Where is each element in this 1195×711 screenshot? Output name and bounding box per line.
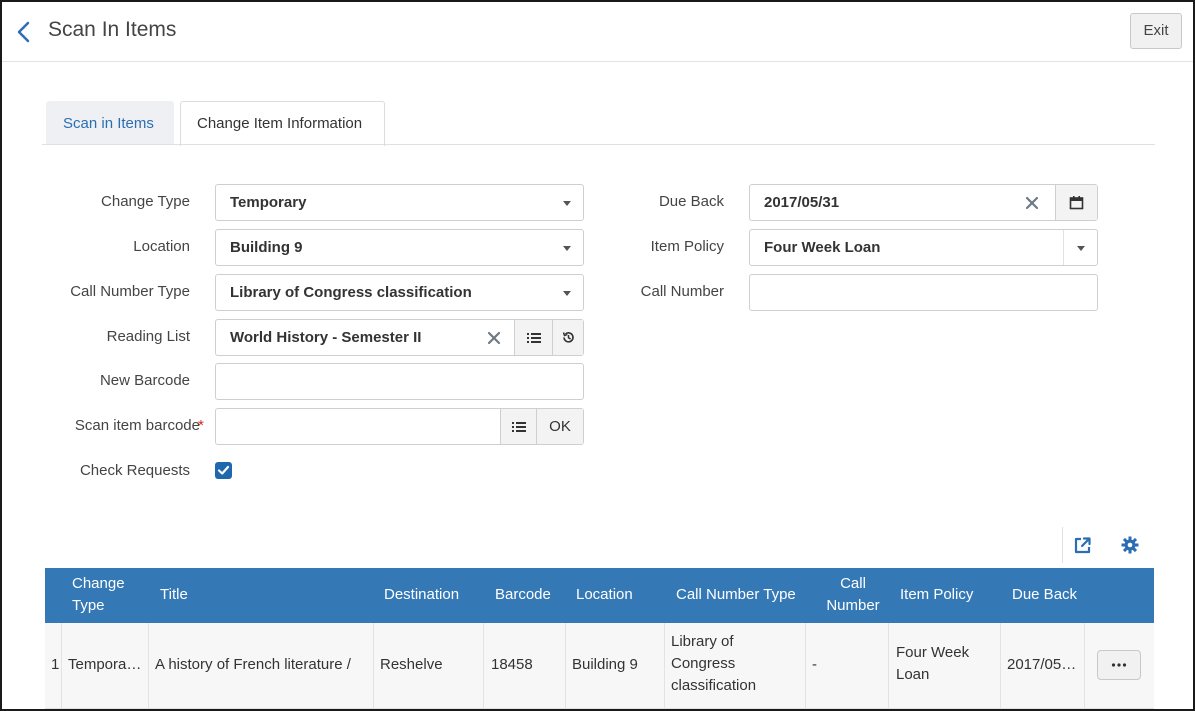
reading-list-label: Reading List bbox=[106, 328, 190, 345]
calendar-button[interactable] bbox=[1055, 185, 1097, 220]
column-header-line: Call bbox=[840, 575, 866, 592]
cell-line: Library of bbox=[671, 633, 734, 650]
call-number-type-value: Library of Congress classification bbox=[230, 284, 472, 301]
item-policy-label: Item Policy bbox=[650, 238, 724, 255]
column-divider bbox=[664, 623, 665, 709]
location-value: Building 9 bbox=[230, 239, 303, 256]
list-icon bbox=[511, 421, 526, 432]
cell-barcode: 18458 bbox=[491, 656, 533, 673]
clear-x-icon[interactable] bbox=[1025, 196, 1039, 210]
row-index: 1 bbox=[51, 656, 60, 673]
column-divider bbox=[61, 623, 62, 709]
column-header-due-back[interactable]: Due Back bbox=[1012, 584, 1077, 606]
column-header-destination[interactable]: Destination bbox=[384, 584, 459, 606]
column-header-call-number[interactable]: Call Number bbox=[825, 573, 881, 617]
cell-location: Building 9 bbox=[572, 656, 638, 673]
column-header-barcode[interactable]: Barcode bbox=[495, 584, 551, 606]
tabs-divider bbox=[42, 144, 1155, 145]
page-frame: Scan In Items Exit Scan in Items Change … bbox=[0, 0, 1195, 711]
check-requests-label: Check Requests bbox=[79, 462, 190, 479]
tab-scan-in-items[interactable]: Scan in Items bbox=[46, 101, 174, 145]
check-requests-checkbox[interactable] bbox=[215, 462, 232, 479]
column-divider bbox=[148, 623, 149, 709]
column-divider bbox=[1084, 623, 1085, 709]
caret-down-icon bbox=[563, 291, 571, 296]
checkbox-check-icon bbox=[217, 465, 230, 475]
cell-destination: Reshelve bbox=[380, 656, 443, 673]
scan-item-barcode-input[interactable]: OK bbox=[215, 408, 584, 445]
item-policy-select[interactable]: Four Week Loan bbox=[749, 229, 1098, 266]
cell-change-type: Tempora… bbox=[68, 656, 142, 673]
column-header-line: Type bbox=[72, 597, 105, 614]
history-icon bbox=[562, 332, 574, 343]
scan-item-barcode-label: Scan item barcode bbox=[75, 417, 200, 434]
due-back-value: 2017/05/31 bbox=[764, 194, 840, 211]
cell-line: Loan bbox=[896, 666, 930, 683]
column-divider bbox=[888, 623, 889, 709]
change-type-value: Temporary bbox=[230, 194, 307, 211]
scan-barcode-list-button[interactable] bbox=[500, 409, 536, 444]
required-asterisk: * bbox=[198, 417, 204, 434]
cell-line: Congress bbox=[671, 655, 736, 672]
caret-down-icon bbox=[1077, 246, 1085, 251]
cell-line: classification bbox=[671, 677, 757, 694]
table-tools-divider bbox=[1062, 527, 1063, 563]
caret-down-icon bbox=[563, 246, 571, 251]
new-barcode-label: New Barcode bbox=[99, 372, 190, 389]
call-number-type-select[interactable]: Library of Congress classification bbox=[215, 274, 584, 311]
page-title: Scan In Items bbox=[48, 18, 177, 41]
due-back-label: Due Back bbox=[658, 193, 724, 210]
reading-list-field[interactable]: World History - Semester II bbox=[215, 319, 584, 356]
select-divider bbox=[1063, 230, 1064, 265]
location-select[interactable]: Building 9 bbox=[215, 229, 584, 266]
call-number-label: Call Number bbox=[640, 283, 724, 300]
cell-call-number-type: Library of Congress classification bbox=[671, 631, 756, 697]
item-policy-value: Four Week Loan bbox=[764, 239, 881, 256]
exit-button[interactable]: Exit bbox=[1130, 13, 1182, 49]
cell-item-policy: Four Week Loan bbox=[896, 642, 969, 686]
call-number-type-label: Call Number Type bbox=[70, 283, 190, 300]
column-header-item-policy[interactable]: Item Policy bbox=[900, 584, 973, 606]
table-row[interactable]: 1 Tempora… A history of French literatur… bbox=[45, 623, 1154, 709]
table-header: Change Type Title Destination Barcode Lo… bbox=[45, 568, 1154, 623]
page-header: Scan In Items Exit bbox=[2, 2, 1193, 62]
gear-icon[interactable] bbox=[1119, 534, 1141, 556]
cell-title[interactable]: A history of French literature / bbox=[155, 654, 351, 676]
column-divider bbox=[483, 623, 484, 709]
due-back-field[interactable]: 2017/05/31 bbox=[749, 184, 1098, 221]
column-divider bbox=[1000, 623, 1001, 709]
location-label: Location bbox=[133, 238, 190, 255]
column-header-line: Number bbox=[826, 597, 880, 614]
column-header-title[interactable]: Title bbox=[160, 584, 188, 606]
change-type-select[interactable]: Temporary bbox=[215, 184, 584, 221]
export-icon[interactable] bbox=[1072, 534, 1094, 556]
list-icon bbox=[526, 332, 541, 343]
tab-change-item-information[interactable]: Change Item Information bbox=[180, 101, 385, 146]
column-header-location[interactable]: Location bbox=[576, 584, 633, 606]
cell-due-back: 2017/05… bbox=[1007, 656, 1077, 673]
scan-item-barcode-label-text: Scan item barcode bbox=[74, 417, 200, 434]
cell-line: Four Week bbox=[896, 644, 970, 661]
clear-x-icon[interactable] bbox=[487, 331, 501, 345]
ellipsis-icon bbox=[1111, 663, 1127, 667]
cell-call-number: - bbox=[812, 656, 817, 673]
caret-down-icon bbox=[563, 201, 571, 206]
column-header-line: Change bbox=[72, 575, 125, 592]
change-type-label: Change Type bbox=[101, 193, 190, 210]
column-divider bbox=[565, 623, 566, 709]
column-header-call-number-type[interactable]: Call Number Type bbox=[676, 584, 796, 606]
column-divider bbox=[805, 623, 806, 709]
reading-list-value: World History - Semester II bbox=[230, 329, 422, 346]
call-number-input[interactable] bbox=[749, 274, 1098, 311]
column-divider bbox=[373, 623, 374, 709]
reading-list-list-button[interactable] bbox=[514, 320, 552, 355]
new-barcode-input[interactable] bbox=[215, 363, 584, 400]
row-actions-button[interactable] bbox=[1097, 650, 1141, 680]
column-header-change-type[interactable]: Change Type bbox=[72, 573, 125, 617]
reading-list-history-button[interactable] bbox=[552, 320, 583, 355]
back-chevron-icon[interactable] bbox=[14, 20, 34, 44]
calendar-icon bbox=[1069, 196, 1084, 210]
ok-button[interactable]: OK bbox=[536, 409, 583, 444]
